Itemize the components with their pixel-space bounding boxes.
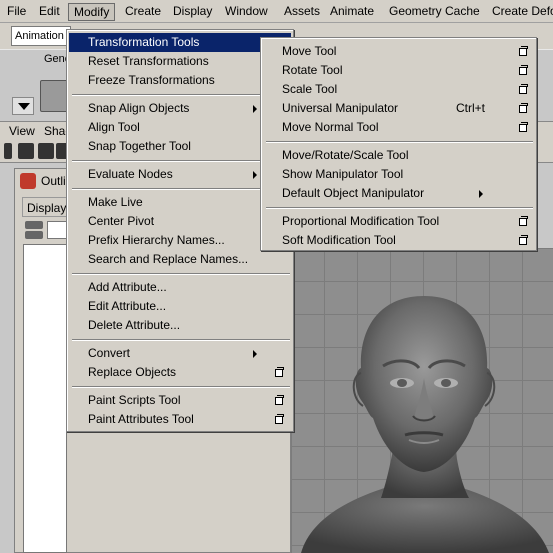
menu-universal-manipulator[interactable]: Universal Manipulator Ctrl+t [263, 99, 534, 118]
shelf-menu-arrow-icon[interactable] [12, 97, 34, 115]
bookmark-icon[interactable] [38, 143, 54, 159]
transformation-tools-submenu: Move Tool Rotate Tool Scale Tool Univers… [260, 37, 537, 251]
menu-move-tool[interactable]: Move Tool [263, 42, 534, 61]
menu-center-pivot[interactable]: Center Pivot [69, 212, 291, 231]
menu-prefix-hierarchy-names[interactable]: Prefix Hierarchy Names... [69, 231, 291, 250]
menu-convert-label: Convert [88, 346, 131, 360]
menu-evaluate-nodes[interactable]: Evaluate Nodes [69, 165, 291, 184]
option-box-icon[interactable] [519, 46, 528, 56]
menu-scale-tool-label: Scale Tool [282, 82, 338, 96]
menu-rotate-tool[interactable]: Rotate Tool [263, 61, 534, 80]
menu-separator [72, 94, 290, 96]
menu-move-tool-label: Move Tool [282, 44, 337, 58]
menu-soft-modification-tool[interactable]: Soft Modification Tool [263, 231, 534, 250]
menu-separator [266, 207, 533, 209]
menu-add-attribute[interactable]: Add Attribute... [69, 278, 291, 297]
menu-rotate-tool-label: Rotate Tool [282, 63, 343, 77]
submenu-arrow-icon [479, 190, 483, 198]
menu-file[interactable]: File [2, 3, 31, 21]
menu-edit[interactable]: Edit [34, 3, 65, 21]
menu-replace-objects-label: Replace Objects [88, 365, 177, 379]
menu-search-replace-names[interactable]: Search and Replace Names... [69, 250, 291, 269]
shortcut-label: Ctrl+t [456, 101, 486, 115]
main-menubar: File Edit Modify Create Display Window A… [0, 0, 553, 23]
option-box-icon[interactable] [275, 367, 284, 377]
mode-selector[interactable]: Animation [11, 26, 71, 46]
submenu-arrow-icon [253, 105, 257, 113]
outliner-menu-display[interactable]: Display [27, 201, 66, 215]
3d-viewport[interactable] [291, 248, 553, 553]
menu-delete-attribute[interactable]: Delete Attribute... [69, 316, 291, 335]
menu-default-object-manipulator-label: Default Object Manipulator [282, 186, 425, 200]
menu-make-live[interactable]: Make Live [69, 193, 291, 212]
menu-transformation-tools[interactable]: Transformation Tools [69, 33, 291, 52]
menu-proportional-modification-tool[interactable]: Proportional Modification Tool [263, 212, 534, 231]
menu-scale-tool[interactable]: Scale Tool [263, 80, 534, 99]
menu-separator [72, 273, 290, 275]
camera-attributes-icon[interactable] [18, 143, 34, 159]
menu-show-manipulator-tool[interactable]: Show Manipulator Tool [263, 165, 534, 184]
menu-replace-objects[interactable]: Replace Objects [69, 363, 291, 382]
menu-separator [72, 339, 290, 341]
menu-move-normal-tool-label: Move Normal Tool [282, 120, 379, 134]
menu-transformation-tools-label: Transformation Tools [88, 35, 200, 49]
menu-move-normal-tool[interactable]: Move Normal Tool [263, 118, 534, 137]
menu-separator [72, 188, 290, 190]
menu-snap-align-objects-label: Snap Align Objects [88, 101, 190, 115]
menu-move-rotate-scale-tool[interactable]: Move/Rotate/Scale Tool [263, 146, 534, 165]
panel-menu-view[interactable]: View [9, 124, 35, 138]
submenu-arrow-icon [253, 350, 257, 358]
menu-paint-attributes-tool[interactable]: Paint Attributes Tool [69, 410, 291, 429]
menu-window[interactable]: Window [220, 3, 273, 21]
outliner-filter-icon-2[interactable] [25, 231, 43, 239]
menu-separator [266, 141, 533, 143]
menu-display[interactable]: Display [168, 3, 217, 21]
option-box-icon[interactable] [519, 216, 528, 226]
menu-animate[interactable]: Animate [325, 3, 379, 21]
option-box-icon[interactable] [519, 122, 528, 132]
menu-edit-attribute[interactable]: Edit Attribute... [69, 297, 291, 316]
menu-separator [72, 386, 290, 388]
submenu-arrow-icon [253, 171, 257, 179]
outliner-app-icon [20, 173, 36, 189]
option-box-icon[interactable] [519, 235, 528, 245]
menu-default-object-manipulator[interactable]: Default Object Manipulator [263, 184, 534, 203]
menu-create[interactable]: Create [120, 3, 166, 21]
outliner-title: Outli [41, 174, 66, 188]
menu-paint-scripts-tool[interactable]: Paint Scripts Tool [69, 391, 291, 410]
menu-align-tool[interactable]: Align Tool [69, 118, 291, 137]
option-box-icon[interactable] [519, 84, 528, 94]
option-box-icon[interactable] [275, 395, 284, 405]
menu-separator [72, 160, 290, 162]
menu-universal-manipulator-label: Universal Manipulator [282, 101, 399, 115]
menu-geometry-cache[interactable]: Geometry Cache [384, 3, 485, 21]
menu-freeze-transformations[interactable]: Freeze Transformations [69, 71, 291, 90]
menu-create-deformers[interactable]: Create Defo [487, 3, 553, 21]
head-model [301, 296, 549, 553]
menu-convert[interactable]: Convert [69, 344, 291, 363]
outliner-list[interactable] [23, 244, 67, 553]
menu-soft-modification-tool-label: Soft Modification Tool [282, 233, 396, 247]
menu-assets[interactable]: Assets [279, 3, 325, 21]
menu-reset-transformations[interactable]: Reset Transformations [69, 52, 291, 71]
menu-evaluate-nodes-label: Evaluate Nodes [88, 167, 173, 181]
option-box-icon[interactable] [275, 414, 284, 424]
menu-paint-attributes-tool-label: Paint Attributes Tool [88, 412, 194, 426]
menu-snap-together-tool[interactable]: Snap Together Tool [69, 137, 291, 156]
menu-proportional-modification-tool-label: Proportional Modification Tool [282, 214, 440, 228]
menu-paint-scripts-tool-label: Paint Scripts Tool [88, 393, 181, 407]
outliner-filter-icon[interactable] [25, 221, 43, 229]
camera-icon[interactable] [4, 143, 12, 159]
option-box-icon[interactable] [519, 103, 528, 113]
menu-snap-align-objects[interactable]: Snap Align Objects [69, 99, 291, 118]
menu-modify[interactable]: Modify [68, 3, 116, 21]
option-box-icon[interactable] [519, 65, 528, 75]
